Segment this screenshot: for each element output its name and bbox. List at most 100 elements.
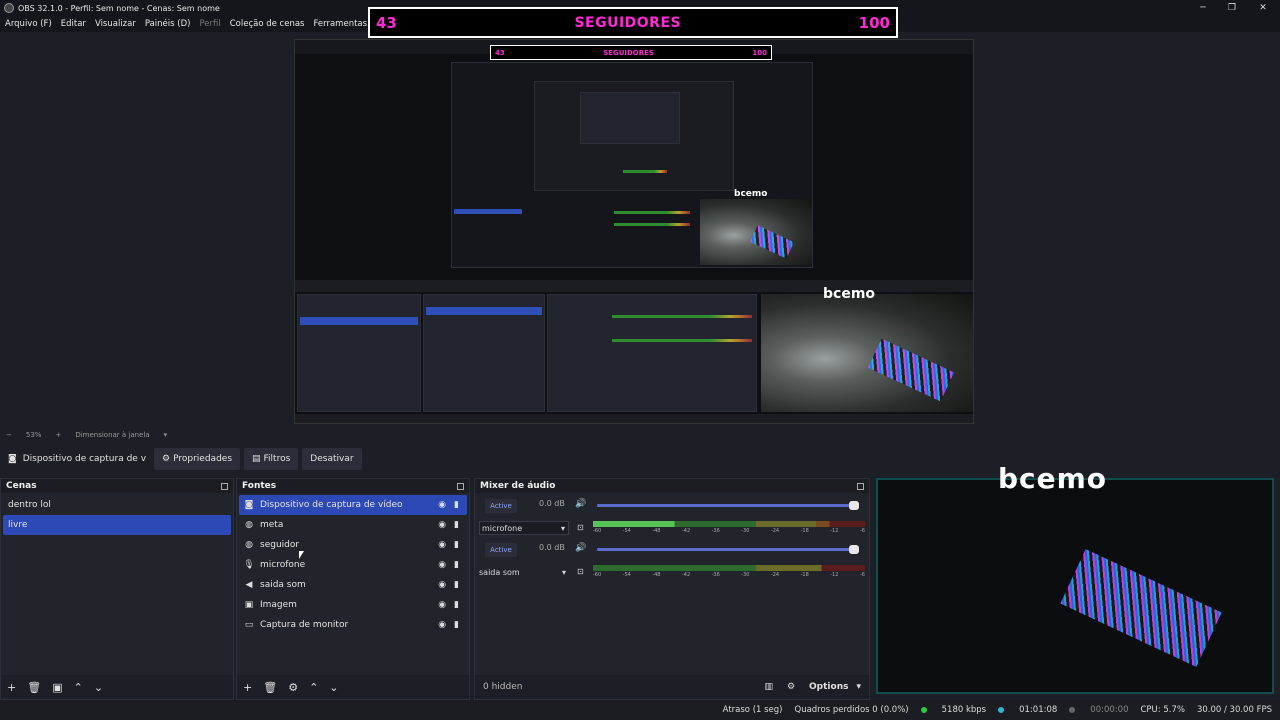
lock-icon[interactable]: ▮ (454, 500, 459, 510)
level-meter (593, 565, 865, 571)
gear-icon: ⚙ (162, 454, 171, 464)
move-down-button[interactable]: ⌄ (94, 681, 103, 694)
lock-icon[interactable]: ▮ (454, 540, 459, 550)
source-label: seguidor (260, 540, 300, 550)
properties-button[interactable]: ⚙ Propriedades (154, 448, 241, 470)
chevron-down-icon[interactable]: ▾ (164, 431, 168, 439)
lock-icon[interactable]: ▮ (454, 620, 459, 630)
volume-slider[interactable] (597, 545, 859, 554)
menu-perfil[interactable]: Perfil (199, 19, 220, 29)
panel-layout-icon[interactable]: ▥ (764, 682, 773, 692)
volume-knob[interactable] (849, 545, 859, 554)
trash-icon[interactable]: 🗑 (263, 681, 277, 694)
fps-counter: 30.00 / 30.00 FPS (1196, 705, 1272, 715)
selected-source-name: Dispositivo de captura de v (22, 454, 147, 464)
zoom-in-button[interactable]: + (55, 431, 61, 439)
bitrate: 5180 kbps (920, 705, 986, 715)
lock-icon[interactable]: ▮ (454, 580, 459, 590)
zoom-out-button[interactable]: − (6, 431, 12, 439)
source-item-imagem[interactable]: ▣ Imagem ◉ ▮ (239, 595, 467, 615)
eye-icon[interactable]: ◉ (438, 520, 446, 530)
scene-item-livre[interactable]: livre (3, 515, 231, 535)
dock-icon[interactable] (457, 482, 464, 490)
nested-caption-medium: bcemo (823, 286, 876, 302)
speaker-icon[interactable]: 🔊 (575, 543, 586, 553)
add-source-button[interactable]: + (243, 681, 252, 694)
track-active-badge[interactable]: Active (485, 499, 517, 513)
speaker-icon[interactable]: 🔊 (575, 499, 586, 509)
record-icon (1069, 706, 1076, 713)
obs-logo-icon (4, 3, 14, 13)
monitor-icon: ▭ (244, 620, 254, 630)
nested-mixer-panel (547, 294, 757, 412)
mute-icon[interactable]: ⊡ (577, 523, 584, 532)
nested-overlay-label: SEGUIDORES (603, 48, 654, 57)
source-item-seguidor[interactable]: ◍ seguidor ◉ ▮ (239, 535, 467, 555)
dock-icon[interactable] (857, 482, 864, 490)
filter-icon: ▤ (252, 454, 261, 464)
nested-scenes-panel (297, 294, 421, 412)
track-name: microfone (482, 523, 523, 533)
mute-icon[interactable]: ⊡ (577, 567, 584, 576)
dropped-frames: Quadros perdidos 0 (0.0%) (794, 705, 909, 715)
move-down-button[interactable]: ⌄ (329, 681, 338, 694)
menu-arquivo[interactable]: Arquivo (F) (5, 19, 52, 29)
options-button[interactable]: Options (809, 682, 848, 692)
nested-preview-level-3 (534, 81, 734, 191)
move-up-button[interactable]: ⌃ (309, 681, 318, 694)
trash-icon[interactable]: 🗑 (27, 681, 41, 694)
eye-icon[interactable]: ◉ (438, 540, 446, 550)
wrench-icon[interactable]: ⚙ (787, 682, 795, 692)
lock-icon[interactable]: ▮ (454, 520, 459, 530)
source-item-microfone[interactable]: 🎙 microfone ◉ ▮ (239, 555, 467, 575)
move-up-button[interactable]: ⌃ (74, 681, 83, 694)
sources-title: Fontes (242, 481, 277, 491)
zoom-value: 53% (25, 431, 42, 439)
eye-icon[interactable]: ◉ (438, 600, 446, 610)
source-item-video-capture[interactable]: ◙ Dispositivo de captura de vídeo ◉ ▮ (239, 495, 467, 515)
volume-slider[interactable] (597, 501, 859, 510)
eye-icon[interactable]: ◉ (438, 580, 446, 590)
scenes-toolbar: + 🗑 ▣ ⌃ ⌄ (1, 675, 233, 699)
restore-button[interactable]: ❐ (1215, 0, 1249, 16)
scenes-panel: Cenas dentro lol livre + 🗑 ▣ ⌃ ⌄ (0, 478, 234, 700)
source-item-meta[interactable]: ◍ meta ◉ ▮ (239, 515, 467, 535)
dock-icon[interactable] (221, 482, 228, 490)
sources-header: Fontes (237, 479, 469, 493)
record-time: 00:00:00 (1069, 705, 1128, 715)
menu-paineis[interactable]: Painéis (D) (145, 19, 191, 29)
track-db: 0.0 dB (539, 543, 565, 552)
track-active-badge[interactable]: Active (485, 543, 517, 557)
zoom-bar: − 53% + Dimensionar à janela ▾ (0, 428, 1280, 442)
source-item-captura-monitor[interactable]: ▭ Captura de monitor ◉ ▮ (239, 615, 467, 635)
lock-icon[interactable]: ▮ (454, 600, 459, 610)
followers-current: 43 (376, 13, 397, 32)
close-button[interactable]: ✕ (1246, 0, 1280, 16)
menu-visualizar[interactable]: Visualizar (95, 19, 136, 29)
source-item-saida-som[interactable]: ◀ saida som ◉ ▮ (239, 575, 467, 595)
track-name-select[interactable]: microfone ▾ (479, 521, 569, 535)
zoom-mode-select[interactable]: Dimensionar à janela (75, 431, 149, 439)
mixer-track-microfone: Active 0.0 dB 🔊 microfone ▾ ⊡ -60 -54 -48-… (475, 493, 869, 537)
eye-icon[interactable]: ◉ (438, 500, 446, 510)
track-name-select[interactable]: saida som ▾ (479, 565, 569, 579)
menu-editar[interactable]: Editar (61, 19, 86, 29)
volume-knob[interactable] (849, 501, 859, 510)
meter-scale: -60 -54 -48 -42 -36 -30 -24 -18 -12 -6 (593, 528, 865, 534)
gear-icon[interactable]: ⚙ (288, 681, 298, 694)
meter-scale: -60 -54 -48 -42 -36 -30 -24 -18 -12 -6 (593, 572, 865, 578)
scene-filters-button[interactable]: ▣ (52, 681, 62, 694)
scene-item-dentro-lol[interactable]: dentro lol (3, 495, 231, 515)
eye-icon[interactable]: ◉ (438, 560, 446, 570)
followers-goal: 100 (858, 13, 890, 32)
eye-icon[interactable]: ◉ (438, 620, 446, 630)
lock-icon[interactable]: ▮ (454, 560, 459, 570)
nested-screen-capture: 43 SEGUIDORES 100 bcemo bcemo (294, 39, 974, 424)
menu-colecao-cenas[interactable]: Coleção de cenas (230, 19, 305, 29)
chevron-down-icon[interactable]: ▾ (856, 682, 861, 692)
source-label: meta (260, 520, 284, 530)
deactivate-button[interactable]: Desativar (302, 448, 362, 470)
add-scene-button[interactable]: + (7, 681, 16, 694)
filters-button[interactable]: ▤ Filtros (244, 448, 299, 470)
cpu-usage: CPU: 5.7% (1140, 705, 1185, 715)
